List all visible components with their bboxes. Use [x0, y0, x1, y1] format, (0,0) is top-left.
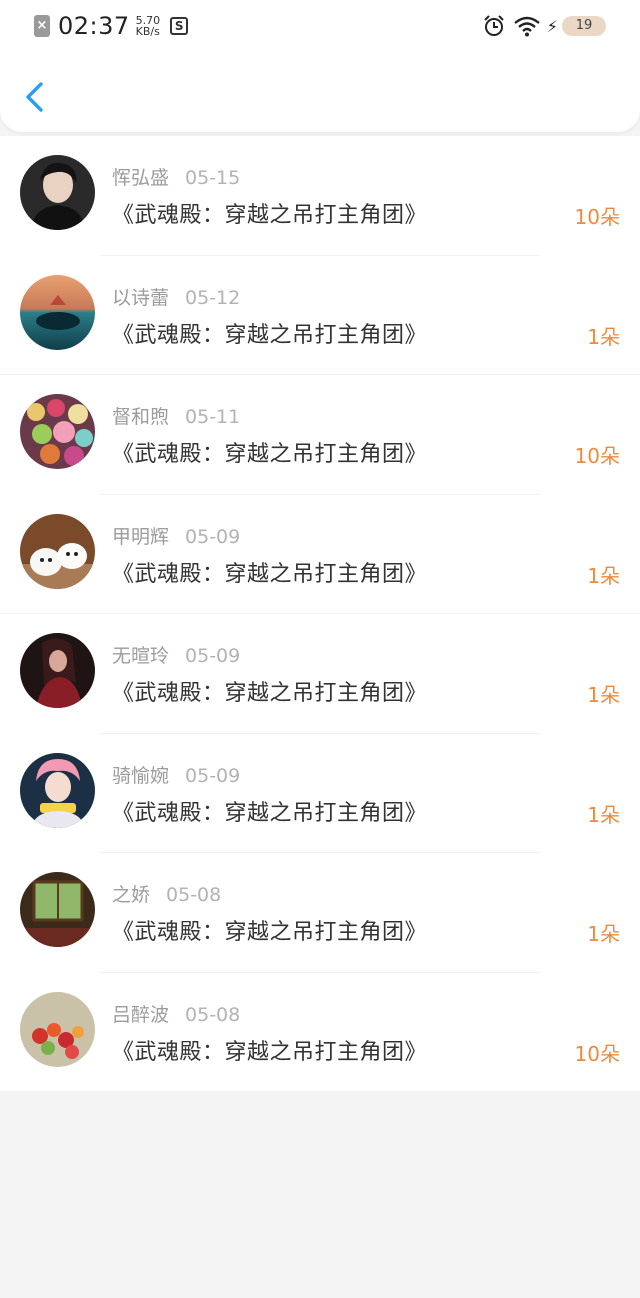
wifi-icon: [513, 16, 540, 37]
flower-amount: 10朵: [574, 1041, 620, 1066]
charging-icon: ⚡: [546, 16, 558, 36]
flower-amount: 10朵: [574, 444, 620, 468]
send-date: 05-12: [185, 286, 241, 309]
battery-icon: 19: [562, 16, 606, 36]
send-date: 05-09: [185, 525, 241, 548]
book-title: 《武魂殿：穿越之吊打主角团》: [112, 800, 428, 826]
status-bar: × 02:37 5.70 KB/s S ⚡ 19: [0, 0, 640, 52]
sender-line: 吕醉波 05-08: [112, 1000, 240, 1027]
divider: [0, 1091, 640, 1092]
flower-amount: 1朵: [587, 563, 620, 588]
book-title: 《武魂殿：穿越之吊打主角团》: [112, 561, 428, 587]
list-item[interactable]: 无暄玲 05-09 《武魂殿：穿越之吊打主角团》 1朵: [0, 614, 640, 734]
book-title: 《武魂殿：穿越之吊打主角团》: [112, 920, 428, 945]
send-date: 05-15: [185, 167, 241, 189]
status-left: × 02:37 5.70 KB/s S: [34, 12, 189, 40]
gift-record-list: 恽弘盛 05-15 《武魂殿：穿越之吊打主角团》 10朵 以诗蕾 05-12 《武魂…: [0, 136, 640, 1092]
status-time: 02:37: [58, 12, 130, 40]
sender-name: 恽弘盛: [112, 167, 170, 189]
avatar[interactable]: [20, 991, 95, 1067]
avatar[interactable]: [20, 752, 95, 828]
flower-amount: 1朵: [587, 324, 620, 349]
chevron-left-icon: [26, 82, 43, 112]
sender-line: 无暄玲 05-09: [112, 641, 240, 668]
book-title: 《武魂殿：穿越之吊打主角团》: [112, 322, 428, 348]
sender-name: 无暄玲: [112, 645, 170, 667]
flower-amount: 1朵: [587, 683, 620, 707]
flower-amount: 1朵: [587, 922, 620, 946]
sender-name: 以诗蕾: [112, 286, 170, 309]
sender-name: 之娇: [112, 884, 151, 906]
status-right: ⚡ 19: [483, 12, 606, 40]
book-title: 《武魂殿：穿越之吊打主角团》: [112, 203, 428, 228]
avatar[interactable]: [20, 872, 95, 947]
avatar[interactable]: [20, 633, 95, 708]
book-title: 《武魂殿：穿越之吊打主角团》: [112, 681, 428, 706]
sender-line: 恽弘盛 05-15: [112, 163, 240, 190]
list-item[interactable]: 甲明辉 05-09 《武魂殿：穿越之吊打主角团》 1朵: [0, 495, 640, 614]
sender-line: 督和煦 05-11: [112, 402, 240, 429]
alarm-icon: [484, 15, 504, 36]
list-item[interactable]: 恽弘盛 05-15 《武魂殿：穿越之吊打主角团》 10朵: [0, 136, 640, 256]
flower-amount: 10朵: [574, 205, 620, 229]
list-item[interactable]: 以诗蕾 05-12 《武魂殿：穿越之吊打主角团》 1朵: [0, 256, 640, 375]
s-app-icon: S: [170, 17, 189, 35]
avatar[interactable]: [20, 513, 95, 589]
send-date: 05-08: [166, 884, 222, 906]
battery-level: 19: [575, 18, 593, 33]
speed-unit: KB/s: [135, 25, 160, 38]
flower-amount: 1朵: [587, 802, 620, 827]
sender-name: 骑愉婉: [112, 764, 170, 787]
send-date: 05-11: [185, 406, 241, 428]
list-item[interactable]: 吕醉波 05-08 《武魂殿：穿越之吊打主角团》 10朵: [0, 973, 640, 1092]
avatar[interactable]: [20, 155, 95, 230]
list-item[interactable]: 督和煦 05-11 《武魂殿：穿越之吊打主角团》 10朵: [0, 375, 640, 495]
avatar[interactable]: [20, 394, 95, 469]
top-bar: × 02:37 5.70 KB/s S ⚡ 19: [0, 0, 640, 132]
sender-line: 之娇 05-08: [112, 880, 221, 907]
list-item[interactable]: 骑愉婉 05-09 《武魂殿：穿越之吊打主角团》 1朵: [0, 734, 640, 853]
book-title: 《武魂殿：穿越之吊打主角团》: [112, 442, 428, 467]
avatar[interactable]: [20, 274, 95, 350]
sender-name: 督和煦: [112, 406, 170, 428]
network-speed: 5.70 KB/s: [136, 15, 161, 37]
send-date: 05-09: [185, 645, 241, 667]
list-item[interactable]: 之娇 05-08 《武魂殿：穿越之吊打主角团》 1朵: [0, 853, 640, 973]
sender-line: 以诗蕾 05-12: [112, 283, 240, 310]
send-date: 05-08: [185, 1003, 241, 1026]
sim-off-icon: ×: [34, 15, 50, 37]
back-button[interactable]: [22, 80, 46, 114]
sender-line: 骑愉婉 05-09: [112, 761, 240, 788]
send-date: 05-09: [185, 764, 241, 787]
sender-name: 吕醉波: [112, 1003, 170, 1026]
sender-name: 甲明辉: [112, 525, 170, 548]
sender-line: 甲明辉 05-09: [112, 522, 240, 549]
book-title: 《武魂殿：穿越之吊打主角团》: [112, 1039, 428, 1065]
